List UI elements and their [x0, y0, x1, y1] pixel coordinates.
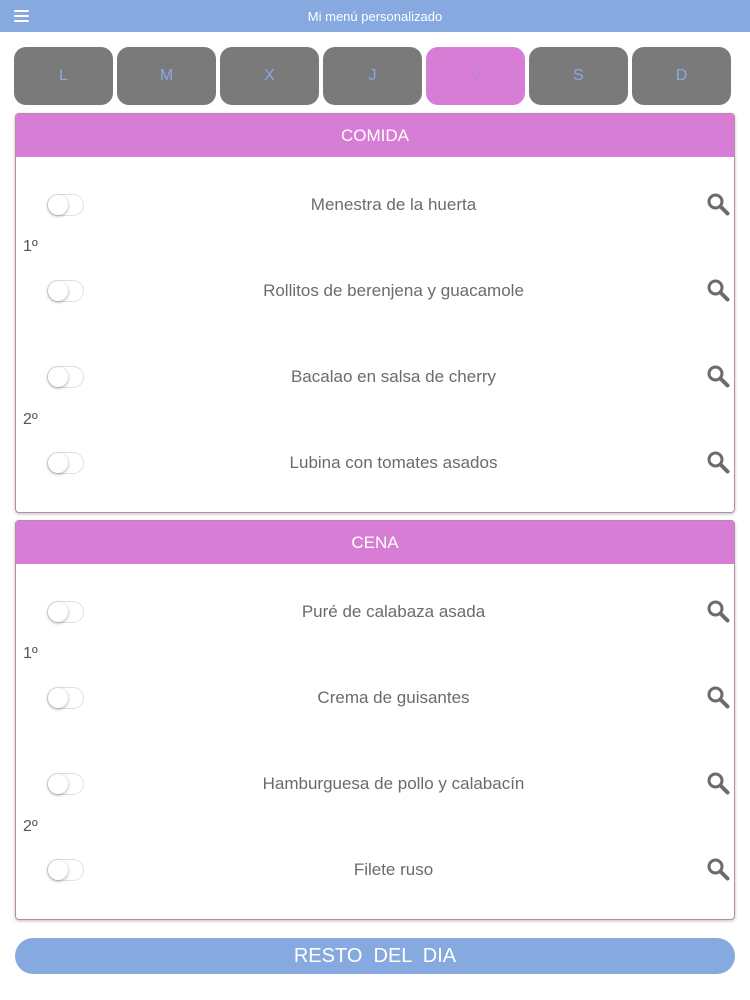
day-selector: L M X J V S D: [14, 47, 736, 105]
dish-row: Menestra de la huerta: [16, 192, 734, 222]
dish-name: Puré de calabaza asada: [301, 602, 486, 621]
search-icon[interactable]: [706, 450, 730, 474]
search-icon[interactable]: [706, 857, 730, 881]
dish-name: Rollitos de berenjena y guacamole: [263, 281, 524, 300]
dish-toggle[interactable]: [47, 280, 84, 302]
search-icon[interactable]: [706, 771, 730, 795]
meal-card-dinner: CENA Puré de calabaza asada 1º Crema de …: [15, 520, 735, 920]
search-icon[interactable]: [706, 192, 730, 216]
dish-toggle[interactable]: [47, 859, 84, 881]
dish-row: Crema de guisantes: [16, 685, 734, 715]
day-tab-thursday[interactable]: J: [323, 47, 422, 105]
meal-header: COMIDA: [16, 114, 734, 157]
meal-card-lunch: COMIDA Menestra de la huerta 1º Rollitos…: [15, 113, 735, 513]
day-tab-monday[interactable]: L: [14, 47, 113, 105]
dish-toggle[interactable]: [47, 601, 84, 623]
day-tab-sunday[interactable]: D: [632, 47, 731, 105]
dish-name: Hamburguesa de pollo y calabacín: [262, 774, 525, 793]
dish-name: Lubina con tomates asados: [289, 453, 498, 472]
day-tab-saturday[interactable]: S: [529, 47, 628, 105]
search-icon[interactable]: [706, 685, 730, 709]
page-title: Mi menú personalizado: [307, 9, 443, 24]
dish-name: Menestra de la huerta: [310, 195, 477, 214]
course-label: 1º: [23, 238, 38, 255]
rest-of-day-button[interactable]: RESTO DEL DIA: [15, 938, 735, 974]
dish-name: Bacalao en salsa de cherry: [290, 367, 497, 386]
dish-toggle[interactable]: [47, 194, 84, 216]
dish-toggle[interactable]: [47, 773, 84, 795]
dish-row: Lubina con tomates asados: [16, 450, 734, 480]
dish-row: Puré de calabaza asada: [16, 599, 734, 629]
search-icon[interactable]: [706, 599, 730, 623]
search-icon[interactable]: [706, 364, 730, 388]
search-icon[interactable]: [706, 278, 730, 302]
top-bar: Mi menú personalizado: [0, 0, 750, 32]
dish-row: Filete ruso: [16, 857, 734, 887]
dish-name: Crema de guisantes: [317, 688, 470, 707]
dish-row: Rollitos de berenjena y guacamole: [16, 278, 734, 308]
dish-row: Bacalao en salsa de cherry: [16, 364, 734, 394]
dish-toggle[interactable]: [47, 687, 84, 709]
dish-toggle[interactable]: [47, 366, 84, 388]
meal-header: CENA: [16, 521, 734, 564]
course-label: 1º: [23, 645, 38, 662]
course-label: 2º: [23, 818, 38, 835]
dish-name: Filete ruso: [353, 860, 434, 879]
day-tab-tuesday[interactable]: M: [117, 47, 216, 105]
day-tab-wednesday[interactable]: X: [220, 47, 319, 105]
course-label: 2º: [23, 411, 38, 428]
day-tab-friday[interactable]: V: [426, 47, 525, 105]
dish-row: Hamburguesa de pollo y calabacín: [16, 771, 734, 801]
dish-toggle[interactable]: [47, 452, 84, 474]
